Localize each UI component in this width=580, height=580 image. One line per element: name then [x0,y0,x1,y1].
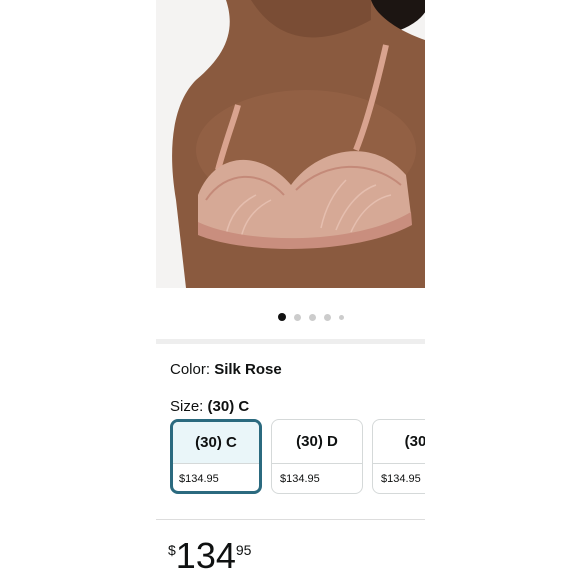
size-option-30c[interactable]: (30) C $134.95 [170,419,262,494]
size-option-label: (30) [373,420,425,464]
color-value: Silk Rose [214,361,282,378]
size-option-label: (30) D [272,420,362,464]
product-detail-screen: Color: Silk Rose Size: (30) C (30) C $13… [156,0,425,580]
price-whole: 134 [175,535,236,576]
section-divider [156,339,425,344]
size-label: Size: [170,398,204,415]
color-selection: Color: Silk Rose [170,361,282,378]
size-value: (30) C [207,398,250,415]
pagination-dot[interactable] [338,314,344,320]
product-photo [156,0,425,288]
pagination-dot[interactable] [293,313,301,321]
size-option-price: $134.95 [179,472,219,485]
size-option-price: $134.95 [381,472,421,485]
product-image[interactable] [156,0,425,288]
image-pagination-dots[interactable] [156,313,425,321]
size-option-price: $134.95 [280,472,320,485]
size-option-30d[interactable]: (30) D $134.95 [271,419,363,494]
pagination-dot[interactable] [323,313,331,321]
price-fraction: 95 [235,542,252,558]
size-option-label: (30) C [173,422,259,464]
size-options: (30) C $134.95 (30) D $134.95 (30) $134.… [170,419,425,494]
price-currency-symbol: $ [168,542,176,558]
color-label: Color: [170,361,211,378]
size-selection: Size: (30) C [170,398,249,415]
product-price: $ 134 95 [168,536,251,576]
pagination-dot[interactable] [308,313,316,321]
size-option-30-partial[interactable]: (30) $134.95 [372,419,425,494]
pagination-dot[interactable] [277,313,286,321]
section-divider [156,519,425,520]
